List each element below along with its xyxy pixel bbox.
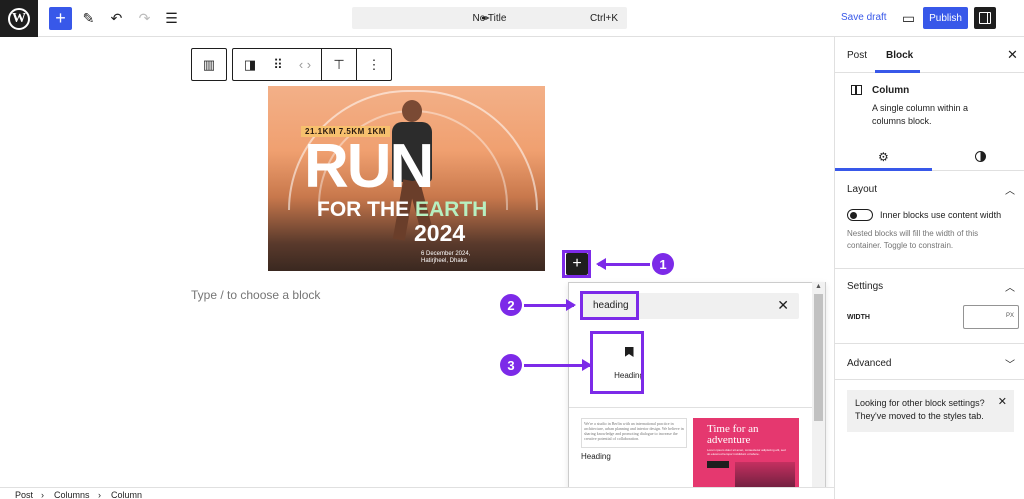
- layout-help-text: Nested blocks will fill the width of thi…: [847, 229, 979, 250]
- pattern-title: Time for an adventure: [707, 423, 759, 446]
- vertical-align-top-icon[interactable]: ⊤: [322, 57, 356, 73]
- canvas-scrollbar[interactable]: ▲ ▼: [812, 282, 825, 499]
- close-icon[interactable]: ✕: [1007, 47, 1018, 63]
- poster-location-line: Hatirjheel, Dhaka: [421, 258, 468, 264]
- active-tab-indicator: [875, 70, 920, 73]
- sidebar-icon: [979, 12, 991, 24]
- annotation-highlight-heading: [590, 331, 644, 394]
- annotation-highlight-search: [580, 291, 639, 320]
- width-unit[interactable]: PX: [1006, 313, 1014, 319]
- save-draft-button[interactable]: Save draft: [841, 12, 887, 23]
- chevron-up-icon[interactable]: ︿: [1005, 182, 1015, 197]
- toggle-label: Inner blocks use content width: [880, 210, 1002, 220]
- document-title: No Title: [472, 12, 507, 24]
- settings-style-tabs: ⚙: [835, 141, 1024, 171]
- scroll-thumb[interactable]: [814, 294, 823, 421]
- move-arrows-icon[interactable]: ‹ ›: [289, 57, 321, 72]
- styles-contrast-icon[interactable]: [975, 151, 986, 162]
- poster-earth-b: EARTH: [415, 198, 488, 221]
- wordpress-icon: W: [8, 7, 30, 30]
- active-tab-indicator: [835, 168, 932, 171]
- parent-selector-group: ▥: [191, 48, 227, 81]
- annotation-number-1: 1: [652, 253, 674, 275]
- block-toolbar: ▥ ◨ ⠿ ‹ › ⊤ ⋮: [191, 48, 392, 81]
- divider: [835, 343, 1024, 344]
- undo-icon[interactable]: ↶: [105, 7, 128, 30]
- chevron-right-icon: ›: [41, 490, 44, 499]
- layout-panel-title[interactable]: Layout: [847, 184, 877, 195]
- breadcrumb: Post › Columns › Column: [0, 487, 834, 499]
- advanced-panel-title[interactable]: Advanced: [847, 358, 891, 369]
- tab-post[interactable]: Post: [847, 50, 867, 61]
- settings-sidebar-toggle[interactable]: [974, 7, 996, 29]
- content-width-toggle[interactable]: [847, 209, 873, 221]
- gear-icon[interactable]: ⚙: [878, 150, 889, 164]
- close-icon[interactable]: ✕: [998, 396, 1007, 409]
- divider: [569, 407, 814, 408]
- annotation-highlight-plus: [562, 250, 591, 278]
- pattern-desc: Lorem ipsum dolor sit amet, consectetur …: [707, 448, 786, 456]
- scroll-up-icon[interactable]: ▲: [815, 283, 822, 290]
- pattern-preview[interactable]: We're a studio in Berlin with an interna…: [581, 418, 687, 448]
- block-placeholder[interactable]: Type / to choose a block: [191, 288, 320, 302]
- tab-block[interactable]: Block: [886, 50, 913, 61]
- runner-head: [402, 100, 422, 122]
- block-controls-group: ◨ ⠿ ‹ › ⊤ ⋮: [232, 48, 392, 81]
- document-overview-icon[interactable]: ☰: [160, 7, 183, 30]
- redo-icon[interactable]: ↷: [133, 7, 156, 30]
- divider: [835, 268, 1024, 269]
- columns-parent-icon[interactable]: ▥: [192, 57, 226, 73]
- annotation-number-2: 2: [500, 294, 522, 316]
- more-options-icon[interactable]: ⋮: [357, 57, 391, 73]
- notice-text: Looking for other block settings? They'v…: [855, 398, 985, 421]
- divider: [835, 379, 1024, 380]
- breadcrumb-post[interactable]: Post: [15, 490, 33, 499]
- block-inserter-button[interactable]: +: [49, 7, 72, 30]
- publish-button[interactable]: Publish: [923, 7, 968, 29]
- annotation-arrow-2: [524, 299, 576, 311]
- block-card-title: Column: [872, 85, 910, 96]
- clear-search-icon[interactable]: ✕: [777, 297, 789, 314]
- breadcrumb-columns[interactable]: Columns: [54, 490, 90, 499]
- preview-laptop-icon[interactable]: ▭: [897, 7, 920, 30]
- poster-title-run: RUN: [304, 132, 434, 201]
- settings-sidebar: Post Block ✕ Column A single column with…: [834, 37, 1024, 499]
- block-card-description: A single column within a columns block.: [872, 103, 969, 126]
- width-input[interactable]: PX: [963, 305, 1019, 329]
- poster-title-earth: FOR THE EARTH: [317, 198, 487, 222]
- drag-handle-icon[interactable]: ⠿: [267, 57, 289, 73]
- poster-date-line: 6 December 2024,: [421, 251, 471, 257]
- width-label: WIDTH: [847, 314, 870, 321]
- breadcrumb-column[interactable]: Column: [111, 490, 142, 499]
- wordpress-logo[interactable]: W: [0, 0, 38, 37]
- annotation-arrow-3: [524, 359, 592, 371]
- chevron-down-icon[interactable]: ﹀: [1005, 356, 1015, 371]
- column-block-icon[interactable]: ◨: [233, 57, 267, 73]
- poster-date: 6 December 2024, Hatirjheel, Dhaka: [421, 251, 470, 265]
- settings-panel-title[interactable]: Settings: [847, 281, 883, 292]
- editor-top-bar: W + ✎ ↶ ↷ ☰ ✒ No Title Ctrl+K Save draft…: [0, 0, 1024, 37]
- annotation-arrow-1: [596, 258, 650, 270]
- poster-earth-a: FOR THE: [317, 198, 415, 221]
- column-icon: [851, 85, 862, 95]
- keyboard-shortcut: Ctrl+K: [589, 12, 618, 24]
- poster-year: 2024: [414, 220, 466, 246]
- styles-moved-notice: Looking for other block settings? They'v…: [847, 390, 1014, 432]
- pattern-button: [707, 461, 729, 468]
- chevron-right-icon: ›: [98, 490, 101, 499]
- chevron-up-icon[interactable]: ︿: [1005, 279, 1015, 294]
- pattern-label: Heading: [581, 452, 611, 461]
- command-palette-bar[interactable]: ✒ No Title Ctrl+K: [352, 7, 627, 29]
- tools-pencil-icon[interactable]: ✎: [77, 7, 100, 30]
- sidebar-tabs: Post Block ✕: [835, 37, 1024, 73]
- poster-image[interactable]: 21.1KM 7.5KM 1KM RUN FOR THE EARTH 2024 …: [268, 86, 545, 271]
- annotation-number-3: 3: [500, 354, 522, 376]
